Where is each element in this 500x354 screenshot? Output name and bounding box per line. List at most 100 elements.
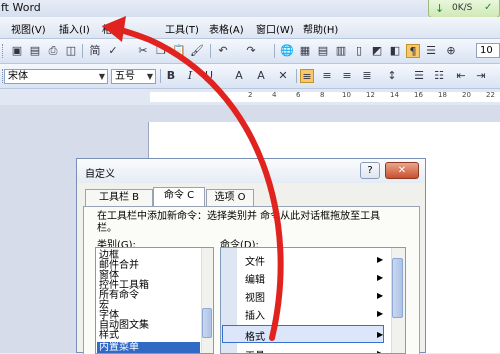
increase-indent-icon[interactable]: ⇥ <box>474 69 488 83</box>
list-item[interactable]: 编辑 <box>245 271 265 286</box>
research-icon[interactable]: 简 <box>88 44 102 58</box>
ruler-mark: 18 <box>438 91 447 99</box>
ruler-mark: 4 <box>272 91 277 99</box>
list-item[interactable]: 样式 <box>99 331 119 341</box>
align-center-icon[interactable]: ≡ <box>320 69 334 83</box>
ruler-mark: 6 <box>296 91 301 99</box>
decrease-indent-icon[interactable]: ⇤ <box>454 69 468 83</box>
print-icon[interactable]: ⎙ <box>46 44 60 58</box>
close-button[interactable]: ✕ <box>385 162 419 179</box>
copy-icon[interactable]: ❐ <box>154 44 168 58</box>
chevron-down-icon[interactable]: ▼ <box>147 70 153 83</box>
read-icon[interactable]: ☰ <box>424 44 438 58</box>
ruler-mark: 14 <box>390 91 399 99</box>
save-icon[interactable]: ▣ <box>10 44 24 58</box>
dialog-title: 自定义 <box>85 169 115 180</box>
bold-button[interactable]: B <box>164 69 178 83</box>
hyperlink-icon[interactable]: 🌐 <box>280 44 294 58</box>
zoom-icon[interactable]: ⊕ <box>444 44 458 58</box>
ruler-mark: 16 <box>414 91 423 99</box>
menu-bar: 视图(V) 插入(I) 格 工具(T) 表格(A) 窗口(W) 帮助(H) <box>0 17 500 39</box>
help-button[interactable]: ? <box>360 162 380 179</box>
menu-help[interactable]: 帮助(H) <box>303 21 338 36</box>
submenu-arrow-icon: ▶ <box>377 291 384 300</box>
drawing-icon[interactable]: ◩ <box>370 44 384 58</box>
ruler-text-area <box>150 92 500 102</box>
menu-table[interactable]: 表格(A) <box>209 21 244 36</box>
font-size-value: 五号 <box>115 71 135 82</box>
commands-list[interactable]: 文件 ▶ 编辑 ▶ 视图 ▶ 插入 ▶ 格式 ▶ 工具 ▶ <box>220 247 406 354</box>
distribute-icon[interactable]: ≣ <box>360 69 374 83</box>
list-item[interactable]: 格式 <box>245 328 265 343</box>
menu-format[interactable]: 格 <box>102 21 112 36</box>
menu-tools[interactable]: 工具(T) <box>165 21 199 36</box>
font-size-combo[interactable]: 五号 ▼ <box>111 69 156 84</box>
character-scale-icon[interactable]: ✕ <box>276 69 290 83</box>
font-name-combo[interactable]: 宋体 ▼ <box>4 69 108 84</box>
font-name-value: 宋体 <box>8 71 28 82</box>
submenu-arrow-icon: ▶ <box>377 273 384 282</box>
network-speed-value: 0K/S <box>452 3 473 13</box>
insert-excel-icon[interactable]: ▥ <box>334 44 348 58</box>
paste-icon[interactable]: 📋 <box>172 44 186 58</box>
list-item[interactable]: 插入 <box>245 307 265 322</box>
menu-insert[interactable]: 插入(I) <box>59 21 90 36</box>
bullets-icon[interactable]: ☷ <box>432 69 446 83</box>
menu-window[interactable]: 窗口(W) <box>256 21 294 36</box>
cut-icon[interactable]: ✂ <box>136 44 150 58</box>
line-spacing-icon[interactable]: ↕ <box>385 69 399 83</box>
formatting-toolbar: 宋体 ▼ 五号 ▼ B I U A A ✕ ≡ ≡ ≡ ≣ ↕ ☰ ☷ ⇤ ⇥ <box>0 64 500 89</box>
down-arrow-icon: ↓ <box>435 2 445 15</box>
dialog-title-bar[interactable]: 自定义 ? ✕ <box>77 159 425 183</box>
window-title: ft Word <box>1 1 41 14</box>
toolbar-separator <box>210 44 211 58</box>
list-item[interactable]: 内置菜单 <box>99 343 139 353</box>
submenu-arrow-icon: ▶ <box>377 330 384 339</box>
chevron-down-icon[interactable]: ▼ <box>99 70 105 83</box>
instructions-text: 在工具栏中添加新命令：选择类别并 命令从此对话框拖放至工具 栏。 <box>97 211 413 235</box>
ruler-mark: 10 <box>342 91 351 99</box>
redo-icon[interactable]: ↷ <box>244 44 258 58</box>
align-right-icon[interactable]: ≡ <box>340 69 354 83</box>
submenu-arrow-icon: ▶ <box>377 309 384 318</box>
toolbar-grip[interactable] <box>2 44 5 58</box>
instructions-line: 在工具栏中添加新命令：选择类别并 命令从此对话框拖放至工具 <box>97 211 381 222</box>
customize-dialog: 自定义 ? ✕ 工具栏 B 命令 C 选项 O 在工具栏中添加新命令：选择类别并… <box>76 158 426 354</box>
format-painter-icon[interactable]: 🖌 <box>190 44 204 58</box>
zoom-combo[interactable]: 10 <box>476 43 500 58</box>
category-list[interactable]: 边框 邮件合并 窗体 控件工具箱 所有命令 宏 字体 自动图文集 样式 内置菜单 <box>95 247 214 354</box>
columns-icon[interactable]: ▯ <box>352 44 366 58</box>
highlight-icon[interactable]: A <box>254 69 268 83</box>
show-hide-icon[interactable]: ¶ <box>406 44 420 58</box>
spelling-icon[interactable]: ✓ <box>106 44 120 58</box>
tables-borders-icon[interactable]: ▦ <box>298 44 312 58</box>
toolbar-separator <box>296 69 297 83</box>
underline-button[interactable]: U <box>202 69 216 83</box>
preview-icon[interactable]: ◫ <box>64 44 78 58</box>
tab-options[interactable]: 选项 O <box>206 189 254 206</box>
undo-icon[interactable]: ↶ <box>216 44 230 58</box>
scrollbar-thumb[interactable] <box>202 308 212 338</box>
toolbar-separator <box>274 44 275 58</box>
italic-button[interactable]: I <box>183 69 197 83</box>
toolbar-separator <box>160 69 161 83</box>
font-color-button[interactable]: A <box>232 69 246 83</box>
submenu-arrow-icon: ▶ <box>377 349 384 354</box>
scrollbar[interactable] <box>201 248 213 353</box>
scrollbar-thumb[interactable] <box>392 258 403 318</box>
ruler-mark: 22 <box>486 91 495 99</box>
network-speed-widget[interactable]: ↓ 0K/S ✓ <box>428 0 500 18</box>
list-item[interactable]: 视图 <box>245 289 265 304</box>
tab-toolbars[interactable]: 工具栏 B <box>85 189 153 206</box>
menu-view[interactable]: 视图(V) <box>11 21 46 36</box>
permission-icon[interactable]: ▤ <box>28 44 42 58</box>
tab-commands[interactable]: 命令 C <box>153 187 205 207</box>
insert-table-icon[interactable]: ▤ <box>316 44 330 58</box>
numbering-icon[interactable]: ☰ <box>412 69 426 83</box>
standard-toolbar: ▣ ▤ ⎙ ◫ 简 ✓ ✂ ❐ 📋 🖌 ↶ ↷ 🌐 ▦ ▤ ▥ ▯ ◩ ◧ ¶ … <box>0 39 500 64</box>
document-map-icon[interactable]: ◧ <box>388 44 402 58</box>
instructions-line: 栏。 <box>97 223 117 234</box>
ruler-mark: 8 <box>320 91 325 99</box>
align-justify-icon[interactable]: ≡ <box>300 69 314 83</box>
list-item[interactable]: 文件 <box>245 253 265 268</box>
